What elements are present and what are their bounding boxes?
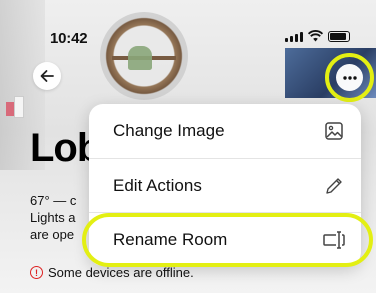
offline-warning[interactable]: ! Some devices are offline. bbox=[30, 265, 194, 280]
menu-item-change-image[interactable]: Change Image bbox=[89, 104, 361, 158]
alert-circle-icon: ! bbox=[30, 266, 43, 279]
menu-item-label: Change Image bbox=[113, 121, 225, 140]
cellular-signal-icon bbox=[285, 31, 303, 42]
rename-room-highlight bbox=[82, 213, 373, 267]
offline-warning-text: Some devices are offline. bbox=[48, 265, 194, 280]
status-time: 10:42 bbox=[50, 30, 88, 47]
menu-item-edit-actions[interactable]: Edit Actions bbox=[89, 158, 361, 212]
image-icon bbox=[322, 119, 346, 143]
arrow-left-icon bbox=[40, 70, 54, 82]
more-options-button[interactable] bbox=[336, 64, 363, 91]
wifi-icon bbox=[308, 30, 323, 42]
pencil-icon bbox=[322, 174, 346, 198]
battery-icon bbox=[328, 30, 350, 42]
menu-item-label: Edit Actions bbox=[113, 175, 202, 195]
status-icons bbox=[285, 30, 350, 42]
back-button[interactable] bbox=[33, 62, 61, 90]
ellipsis-icon bbox=[342, 75, 357, 80]
